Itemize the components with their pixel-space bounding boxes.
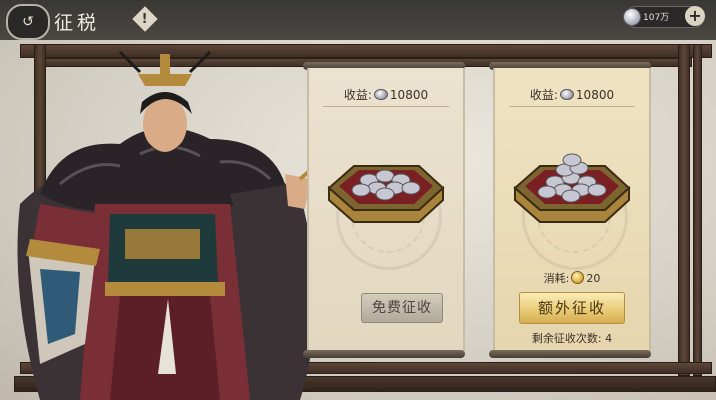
exclamation-diamond-icon[interactable]: ! xyxy=(132,6,158,32)
extra-collect-button[interactable]: 额外征收 xyxy=(519,292,625,324)
income-label: 收益: xyxy=(529,88,558,102)
free-tax-scroll: 收益: 10800 免费征收 xyxy=(303,62,465,358)
silver-coin-icon xyxy=(559,89,574,100)
income-row: 收益: 10800 xyxy=(309,86,463,103)
remaining-count: 剩余征收次数: 4 xyxy=(495,330,649,346)
back-swirl-icon[interactable]: ↺ xyxy=(6,4,50,40)
plus-icon[interactable]: + xyxy=(685,6,705,26)
currency-display: 107万 + xyxy=(623,6,705,28)
scroll-paper: 收益: 10800 消耗: 20 额外征收 剩余征收次数: 4 xyxy=(493,68,651,352)
silver-tray-icon xyxy=(513,153,631,223)
frame-post-right-outer xyxy=(693,44,702,376)
scroll-rod-bottom xyxy=(489,350,651,358)
free-collect-button[interactable]: 免费征收 xyxy=(361,293,443,323)
silver-tray-icon xyxy=(327,165,445,223)
income-row: 收益: 10800 xyxy=(495,86,649,103)
income-label: 收益: xyxy=(343,88,372,102)
gold-coin-icon xyxy=(571,271,585,284)
income-value: 10800 xyxy=(575,88,615,102)
extra-tax-scroll: 收益: 10800 消耗: 20 额外征收 剩余征收次数: 4 xyxy=(489,62,651,358)
page-title: 征税 xyxy=(54,12,101,34)
remaining-label: 剩余征收次数: xyxy=(531,332,602,345)
frame-post-right xyxy=(678,44,690,376)
currency-value: 107万 xyxy=(643,13,670,23)
silver-coin-icon xyxy=(373,89,388,100)
income-value: 10800 xyxy=(389,88,429,102)
divider xyxy=(509,106,635,107)
scroll-paper: 收益: 10800 免费征收 xyxy=(307,68,465,352)
cost-row: 消耗: 20 xyxy=(495,270,649,286)
cost-value: 20 xyxy=(586,272,601,285)
remaining-value: 4 xyxy=(605,332,613,345)
scroll-rod-bottom xyxy=(303,350,465,358)
divider xyxy=(323,106,449,107)
top-bar: ↺ 征税 ! 107万 + xyxy=(0,0,716,40)
lord-character-illustration xyxy=(17,50,320,400)
silver-coin-icon xyxy=(623,8,641,26)
cost-label: 消耗: xyxy=(543,272,570,285)
